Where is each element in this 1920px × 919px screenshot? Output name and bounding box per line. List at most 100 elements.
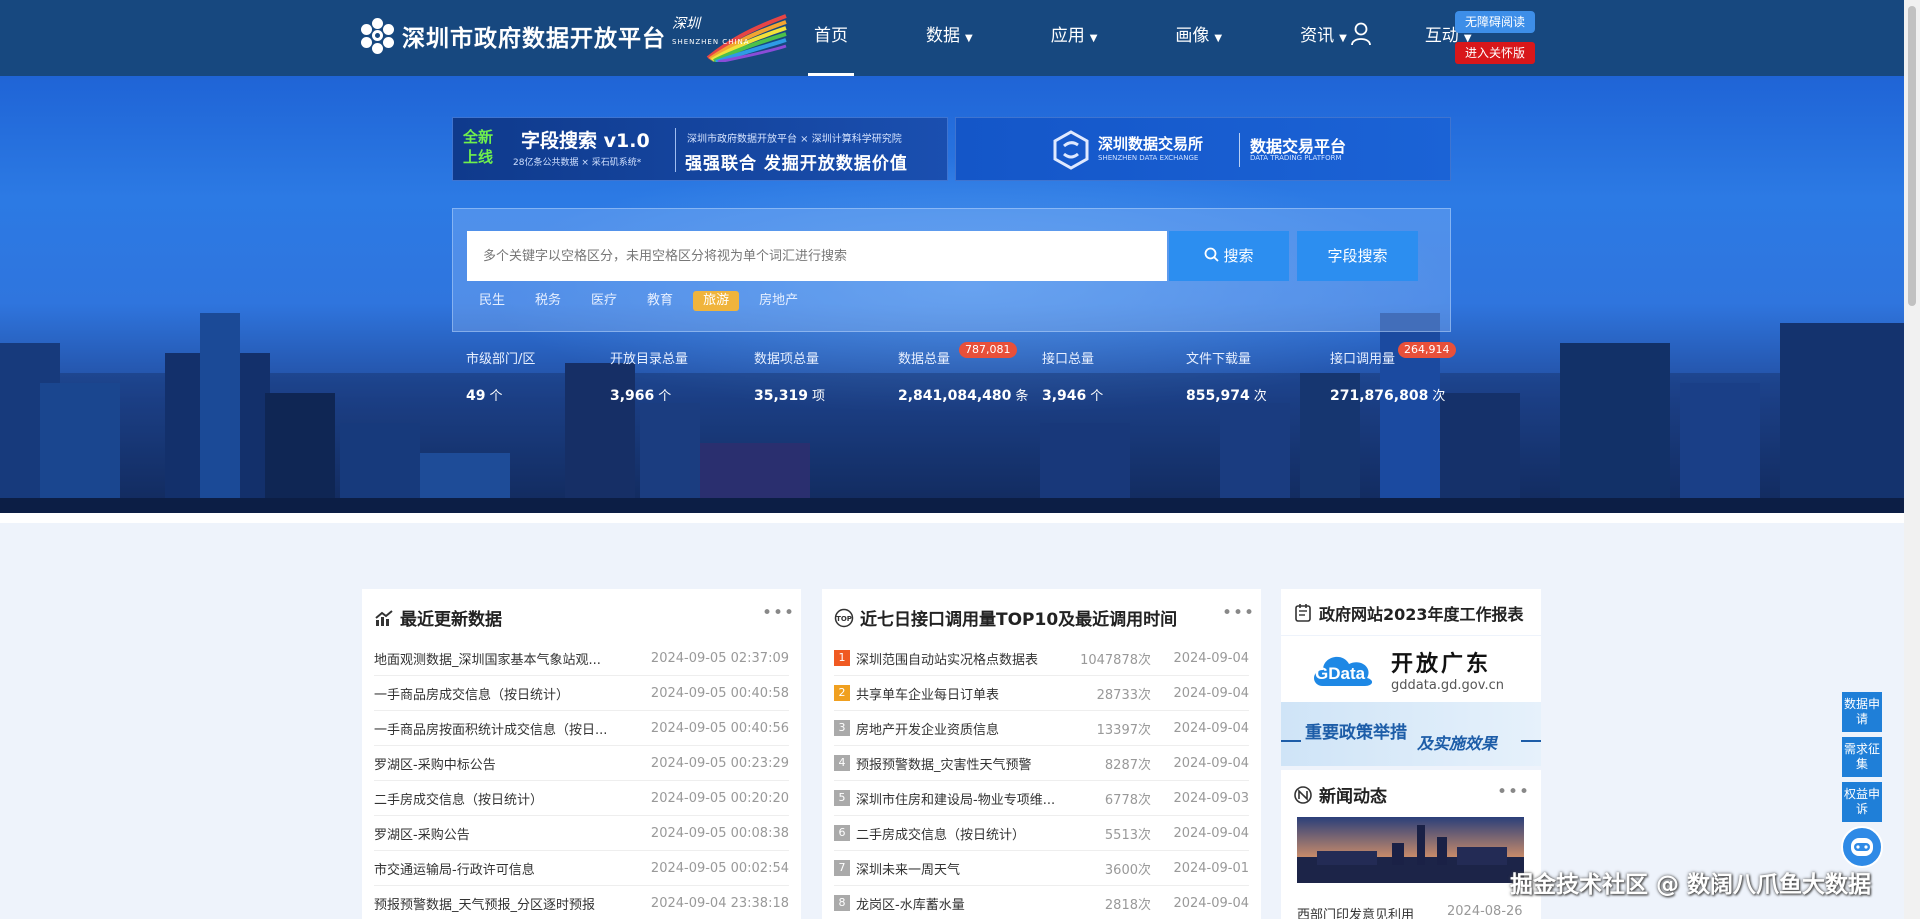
rank-badge: 1 [834,650,850,666]
table-row[interactable]: 罗湖区-采购公告 2024-09-05 00:08:38 [374,816,789,851]
row-date: 2024-09-04 [1173,720,1249,736]
row-name: 罗湖区-采购中标公告 [374,757,496,773]
rank-badge: 7 [834,860,850,876]
row-time: 2024-09-05 00:40:56 [650,720,789,736]
row-calls: 8287次 [1104,757,1151,773]
stat-departments: 市级部门/区 49 个 [466,352,536,404]
stat-data-total: 数据总量 787,081 2,841,084,480 条 [898,342,1029,404]
row-name: 房地产开发企业资质信息 [856,722,1000,738]
nav-portrait[interactable]: 画像 ▼ [1169,0,1228,76]
scrollbar[interactable] [1904,0,1920,919]
table-row[interactable]: 3 房地产开发企业资质信息 13397次 2024-09-04 [834,711,1249,746]
report-icon [1295,604,1311,622]
api-calls-badge: 264,914 [1398,342,1456,358]
hero-bottom-strip [0,513,1904,523]
demand-collection-button[interactable]: 需求征集 [1842,737,1882,777]
table-row[interactable]: 预报预警数据_天气预报_分区逐时预报 2024-09-04 23:38:18 [374,886,789,919]
top10-title: 近七日接口调用量TOP10及最近调用时间 [860,610,1178,630]
divider [675,128,676,172]
table-row[interactable]: 市交通运输局-行政许可信息 2024-09-05 00:02:54 [374,851,789,886]
table-row[interactable]: 二手房成交信息（按日统计） 2024-09-05 00:20:20 [374,781,789,816]
gdata-url: gddata.gd.gov.cn [1391,678,1504,693]
top-badge-icon: TOP [834,608,854,627]
policy-line [1281,740,1301,742]
row-name: 深圳未来一周天气 [856,862,961,878]
data-exchange-logo-icon [1053,130,1089,170]
news-more-button[interactable]: ••• [1497,782,1530,802]
logo-icon [360,18,394,54]
row-calls: 1047878次 [1080,652,1151,668]
policy-banner[interactable]: 重要政策举措 及实施效果 [1281,702,1541,766]
table-row[interactable]: 2 共享单车企业每日订单表 28733次 2024-09-04 [834,676,1249,711]
tag-tax[interactable]: 税务 [525,291,571,311]
table-row[interactable]: 7 深圳未来一周天气 3600次 2024-09-01 [834,851,1249,886]
row-name: 地面观测数据_深圳国家基本气象站观... [374,652,601,668]
nav-home[interactable]: 首页 [808,0,854,76]
robot-assistant-icon[interactable] [1841,826,1883,868]
rank-badge: 4 [834,755,850,771]
tag-minsheng[interactable]: 民生 [469,291,515,311]
top10-more-button[interactable]: ••• [1222,603,1255,623]
banner-org: 深圳市政府数据开放平台 × 深圳计算科学研究院 [687,134,902,145]
recent-more-button[interactable]: ••• [762,603,795,623]
policy-text-b: 及实施效果 [1417,734,1498,753]
nav-data[interactable]: 数据 ▼ [920,0,979,76]
table-row[interactable]: 4 预报预警数据_灾害性天气预警 8287次 2024-09-04 [834,746,1249,781]
table-row[interactable]: 1 深圳范围自动站实况格点数据表 1047878次 2024-09-04 [834,641,1249,676]
open-guangdong-link[interactable]: GData 开放广东 gddata.gd.gov.cn [1281,636,1541,702]
data-request-button[interactable]: 数据申请 [1842,692,1882,732]
table-row[interactable]: 8 龙岗区-水库蓄水量 2818次 2024-09-04 [834,886,1249,919]
row-name: 共享单车企业每日订单表 [856,687,1000,703]
rank-badge: 2 [834,685,850,701]
divider [1239,133,1240,167]
platform-en: DATA TRADING PLATFORM [1250,154,1342,162]
table-row[interactable]: 地面观测数据_深圳国家基本气象站观... 2024-09-05 02:37:09 [374,641,789,676]
row-date: 2024-09-04 [1173,650,1249,666]
accessibility-button[interactable]: 无障碍阅读 [1455,11,1535,33]
svg-text:TOP: TOP [836,615,852,623]
nav-news[interactable]: 资讯 ▼ [1294,0,1353,76]
scrollbar-thumb[interactable] [1908,6,1916,306]
news-item-title[interactable]: 西部门印发意见利用 [1297,904,1414,919]
table-row[interactable]: 6 二手房成交信息（按日统计） 5513次 2024-09-04 [834,816,1249,851]
table-row[interactable]: 5 深圳市住房和建设局-物业专项维... 6778次 2024-09-03 [834,781,1249,816]
annual-report-card[interactable]: 政府网站2023年度工作报表 [1281,589,1541,635]
row-name: 预报预警数据_天气预报_分区逐时预报 [374,897,596,913]
row-time: 2024-09-05 00:08:38 [650,825,789,841]
table-row[interactable]: 罗湖区-采购中标公告 2024-09-05 00:23:29 [374,746,789,781]
row-date: 2024-09-04 [1173,755,1249,771]
search-button[interactable]: 搜索 [1169,231,1289,281]
nav-apps[interactable]: 应用 ▼ [1045,0,1104,76]
recent-updates-card: 最近更新数据 ••• 地面观测数据_深圳国家基本气象站观... 2024-09-0… [362,589,801,919]
annual-report-title: 政府网站2023年度工作报表 [1319,605,1524,624]
row-calls: 13397次 [1096,722,1151,738]
row-time: 2024-09-05 00:20:20 [650,790,789,806]
table-row[interactable]: 一手商品房按面积统计成交信息（按日... 2024-09-05 00:40:56 [374,711,789,746]
rank-badge: 3 [834,720,850,736]
watermark-text: 掘金技术社区 @ 数阔八爪鱼大数据 [1510,872,1872,898]
news-image[interactable] [1297,817,1524,883]
tag-real-estate[interactable]: 房地产 [749,291,808,311]
care-mode-button[interactable]: 进入关怀版 [1455,42,1535,64]
row-name: 罗湖区-采购公告 [374,827,470,843]
field-search-button[interactable]: 字段搜索 [1297,231,1418,281]
policy-text-a: 重要政策举措 [1305,723,1407,743]
field-search-banner[interactable]: 全新上线 字段搜索 v1.0 28亿条公共数据 × 采石矶系统* 深圳市政府数据… [452,117,948,181]
caret-down-icon: ▼ [1089,33,1098,44]
row-calls: 5513次 [1104,827,1151,843]
site-logo[interactable]: 深圳市政府数据开放平台 [360,18,666,54]
tag-medical[interactable]: 医疗 [581,291,627,311]
user-icon[interactable] [1350,22,1372,46]
row-date: 2024-09-04 [1173,825,1249,841]
rights-appeal-button[interactable]: 权益申诉 [1842,782,1882,822]
row-name: 一手商品房按面积统计成交信息（按日... [374,722,608,738]
tag-tourism[interactable]: 旅游 [693,291,740,311]
data-exchange-banner[interactable]: 深圳数据交易所 SHENZHEN DATA EXCHANGE 数据交易平台 DA… [955,117,1451,181]
tag-education[interactable]: 教育 [637,291,683,311]
stat-downloads: 文件下载量 855,974 次 [1186,352,1267,404]
gdata-logo-text: GData [1315,664,1366,683]
search-input[interactable] [467,231,1167,281]
caret-down-icon: ▼ [1214,33,1223,44]
exchange-name: 深圳数据交易所 [1098,135,1204,153]
table-row[interactable]: 一手商品房成交信息（按日统计） 2024-09-05 00:40:58 [374,676,789,711]
